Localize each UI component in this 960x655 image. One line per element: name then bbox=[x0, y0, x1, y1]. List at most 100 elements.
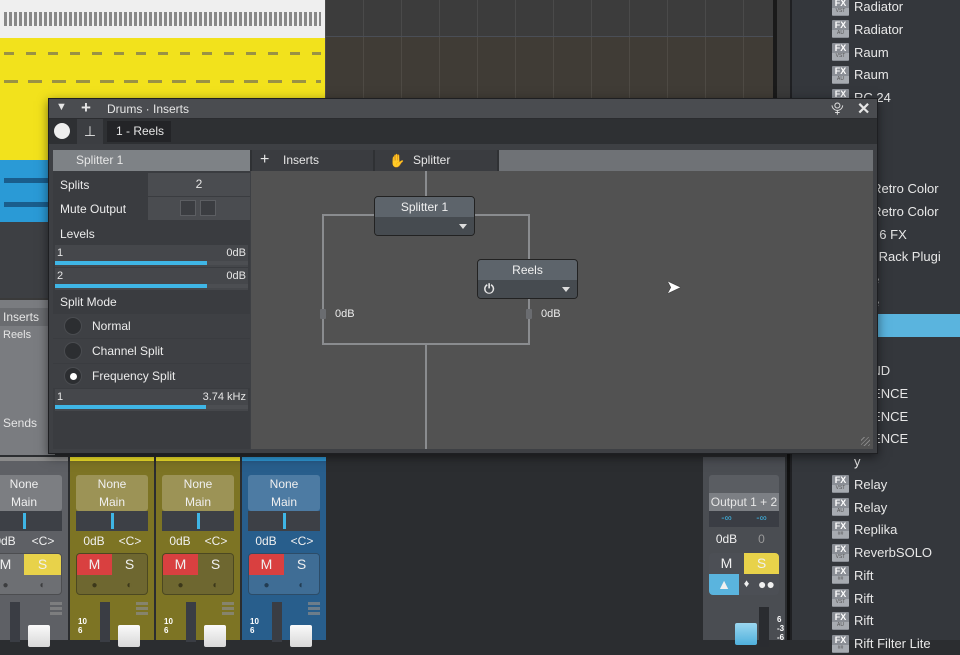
routing-icon[interactable]: ⊥ bbox=[77, 119, 103, 144]
pan-slider[interactable] bbox=[0, 511, 62, 531]
solo-button[interactable]: S bbox=[284, 554, 319, 575]
solo-button[interactable]: S bbox=[198, 554, 233, 575]
mute-output-1-checkbox[interactable] bbox=[180, 200, 196, 216]
browser-item[interactable]: FX VST Rift bbox=[792, 587, 960, 610]
monitor-icon[interactable]: ◐ bbox=[112, 575, 147, 594]
automation-icon[interactable] bbox=[222, 602, 234, 615]
browser-item[interactable]: FX ## Replika bbox=[792, 518, 960, 541]
monitor-icon[interactable]: ◐ bbox=[198, 575, 233, 594]
mode-channel-split[interactable]: Channel Split bbox=[53, 339, 250, 363]
radio-channel-split[interactable] bbox=[64, 342, 82, 360]
browser-item[interactable]: FX ## Rift Filter Lite bbox=[792, 632, 960, 655]
audio-track-clip[interactable] bbox=[0, 38, 325, 98]
frequency-slider[interactable]: 1 3.74 kHz bbox=[55, 389, 248, 411]
tab-device[interactable]: Splitter 1 bbox=[53, 150, 250, 171]
mute-button[interactable]: M bbox=[0, 554, 24, 575]
volume-fader[interactable] bbox=[204, 625, 226, 647]
volume-value[interactable]: 0dB bbox=[76, 531, 112, 551]
output-empty-slot[interactable] bbox=[709, 475, 779, 495]
mute-button[interactable]: M bbox=[163, 554, 198, 575]
automation-icon[interactable] bbox=[308, 602, 320, 615]
volume-fader[interactable] bbox=[290, 625, 312, 647]
metronome-icon[interactable]: ▲ bbox=[709, 574, 739, 595]
browser-item[interactable]: FX AU Relay bbox=[792, 496, 960, 519]
automation-icon[interactable] bbox=[136, 602, 148, 615]
automation-icon[interactable] bbox=[50, 602, 62, 615]
volume-value[interactable]: 0dB bbox=[248, 531, 284, 551]
pan-value[interactable]: <C> bbox=[284, 531, 320, 551]
input-selector[interactable]: None bbox=[0, 475, 62, 493]
insert-slot[interactable]: Reels bbox=[3, 329, 31, 341]
level-handle-left[interactable] bbox=[320, 309, 326, 319]
mode-frequency-split[interactable]: Frequency Split bbox=[53, 364, 250, 388]
output-selector[interactable]: Main bbox=[0, 493, 62, 511]
input-selector[interactable]: None bbox=[162, 475, 234, 493]
radio-frequency-split[interactable] bbox=[64, 367, 82, 385]
tab-splitter[interactable]: ✋ Splitter bbox=[375, 150, 497, 171]
browser-item[interactable]: FX VST ReverbSOLO bbox=[792, 541, 960, 564]
mic-icon[interactable]: ♦ bbox=[739, 574, 754, 595]
record-icon[interactable]: ● bbox=[0, 575, 24, 594]
level-1-slider[interactable]: 1 0dB bbox=[55, 245, 248, 267]
dropdown-arrow-icon[interactable] bbox=[562, 287, 570, 292]
browser-item[interactable]: FX ## Rift bbox=[792, 564, 960, 587]
output-selector[interactable]: Main bbox=[248, 493, 320, 511]
pan-value[interactable]: <C> bbox=[112, 531, 148, 551]
record-icon[interactable]: ● bbox=[163, 575, 198, 594]
pan-slider[interactable] bbox=[162, 511, 234, 531]
output-selector[interactable]: Output 1 + 2 bbox=[709, 493, 779, 511]
close-icon[interactable]: ✕ bbox=[857, 99, 870, 119]
preset-selector[interactable]: 1 - Reels bbox=[107, 121, 171, 142]
monitor-icon[interactable]: ◐ bbox=[24, 575, 61, 594]
browser-item[interactable]: FX VST Relay bbox=[792, 473, 960, 496]
tab-inserts[interactable]: + Inserts bbox=[252, 150, 373, 171]
browser-item[interactable]: FX VST Radiator bbox=[792, 0, 960, 18]
volume-fader[interactable] bbox=[28, 625, 50, 647]
pan-value[interactable]: <C> bbox=[24, 531, 62, 551]
volume-value[interactable]: 0dB bbox=[709, 529, 744, 549]
splitter-node[interactable]: Splitter 1 bbox=[374, 196, 475, 236]
pan-slider[interactable] bbox=[76, 511, 148, 531]
main-volume-fader[interactable] bbox=[735, 623, 757, 645]
window-titlebar[interactable]: ▼ + Drums · Inserts ⯓ ✕ bbox=[49, 98, 877, 119]
timeline-grid-lane[interactable] bbox=[325, 36, 775, 98]
collapse-icon[interactable]: ▼ bbox=[56, 101, 67, 113]
browser-item[interactable]: FX AU Raum bbox=[792, 63, 960, 86]
level-2-slider[interactable]: 2 0dB bbox=[55, 268, 248, 290]
browser-item[interactable]: FX AU Rift bbox=[792, 609, 960, 632]
level-handle-right[interactable] bbox=[526, 309, 532, 319]
inserts-header[interactable]: Inserts bbox=[0, 308, 55, 326]
browser-item[interactable]: FX AU Radiator bbox=[792, 18, 960, 41]
reels-node[interactable]: Reels ⏻ bbox=[477, 259, 578, 299]
audio-track-clip[interactable] bbox=[0, 0, 325, 38]
solo-button[interactable]: S bbox=[112, 554, 147, 575]
pan-value[interactable]: 0 bbox=[744, 529, 779, 549]
monitor-icon[interactable]: ◐ bbox=[284, 575, 319, 594]
input-selector[interactable]: None bbox=[76, 475, 148, 493]
solo-button[interactable]: S bbox=[744, 553, 779, 574]
volume-value[interactable]: 0dB bbox=[162, 531, 198, 551]
dropdown-arrow-icon[interactable] bbox=[459, 224, 467, 229]
output-selector[interactable]: Main bbox=[76, 493, 148, 511]
mute-button[interactable]: M bbox=[709, 553, 744, 574]
pan-slider[interactable] bbox=[248, 511, 320, 531]
link-icon[interactable]: ●● bbox=[754, 574, 779, 595]
mute-button[interactable]: M bbox=[249, 554, 284, 575]
add-icon[interactable]: + bbox=[81, 98, 91, 118]
splits-value[interactable]: 2 bbox=[148, 173, 250, 196]
record-icon[interactable]: ● bbox=[77, 575, 112, 594]
input-selector[interactable]: None bbox=[248, 475, 320, 493]
volume-value[interactable]: 0dB bbox=[0, 531, 24, 551]
routing-canvas[interactable]: Splitter 1 Reels ⏻ 0dB 0dB ➤ bbox=[251, 171, 873, 449]
radio-normal[interactable] bbox=[64, 317, 82, 335]
power-knob-icon[interactable] bbox=[54, 123, 70, 139]
output-selector[interactable]: Main bbox=[162, 493, 234, 511]
power-icon[interactable]: ⏻ bbox=[484, 281, 494, 297]
pan-value[interactable]: <C> bbox=[198, 531, 234, 551]
resize-handle[interactable] bbox=[861, 437, 870, 446]
solo-button[interactable]: S bbox=[24, 554, 61, 575]
browser-item[interactable]: FX VST Raum bbox=[792, 41, 960, 64]
mute-output-2-checkbox[interactable] bbox=[200, 200, 216, 216]
volume-fader[interactable] bbox=[118, 625, 140, 647]
mute-button[interactable]: M bbox=[77, 554, 112, 575]
